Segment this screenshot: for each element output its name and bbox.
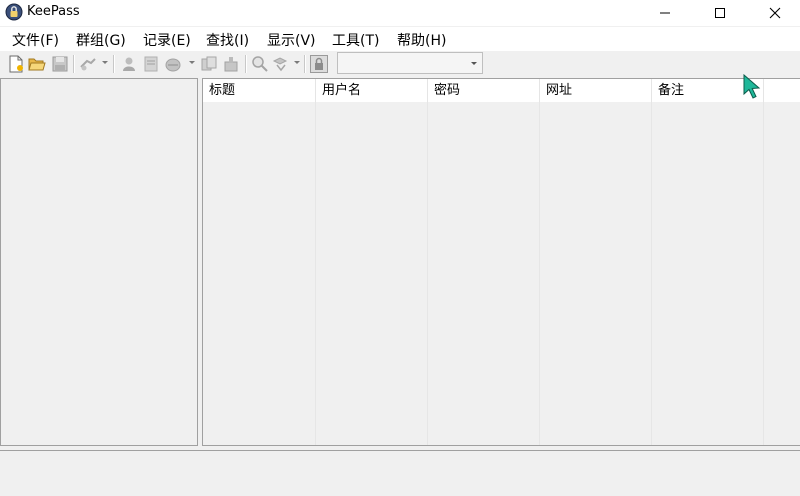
window-title: KeePass <box>27 4 80 19</box>
menu-find[interactable]: 查找(I) <box>206 30 249 50</box>
new-database-icon[interactable] <box>7 55 25 73</box>
column-header-title[interactable]: 标题 <box>203 79 316 102</box>
menu-help[interactable]: 帮助(H) <box>397 30 446 50</box>
close-button[interactable] <box>748 0 800 26</box>
find-icon[interactable] <box>251 55 269 73</box>
copy-username-icon[interactable] <box>200 55 218 73</box>
menu-bar: 文件(F) 群组(G) 记录(E) 查找(I) 显示(V) 工具(T) 帮助(H… <box>0 27 800 51</box>
lock-workspace-icon[interactable] <box>310 55 328 73</box>
toolbar-separator <box>304 55 306 73</box>
toolbar-separator <box>73 55 75 73</box>
menu-group[interactable]: 群组(G) <box>76 30 126 50</box>
column-divider <box>651 102 652 445</box>
delete-entry-icon[interactable] <box>164 55 182 73</box>
menu-view[interactable]: 显示(V) <box>267 30 316 50</box>
minimize-icon <box>660 12 670 14</box>
open-database-icon[interactable] <box>28 55 46 73</box>
menu-entry[interactable]: 记录(E) <box>143 30 191 50</box>
column-divider <box>539 102 540 445</box>
toolbar-separator <box>245 55 247 73</box>
add-entry-icon[interactable] <box>120 55 138 73</box>
keepass-logo-icon <box>5 3 23 21</box>
column-divider <box>763 102 764 445</box>
edit-entry-icon[interactable] <box>142 55 160 73</box>
quick-find-combobox[interactable] <box>337 52 483 74</box>
entry-dropdown-icon[interactable] <box>189 61 195 64</box>
chevron-down-icon <box>471 62 477 65</box>
column-divider <box>315 102 316 445</box>
toolbar-separator <box>113 55 115 73</box>
menu-file[interactable]: 文件(F) <box>12 30 59 50</box>
sync-dropdown-icon[interactable] <box>102 61 108 64</box>
group-tree-panel[interactable] <box>0 78 198 446</box>
maximize-icon <box>715 8 725 18</box>
maximize-button[interactable] <box>693 0 747 26</box>
sync-icon[interactable] <box>79 55 97 73</box>
close-icon <box>769 7 781 19</box>
sort-icon[interactable] <box>272 55 290 73</box>
minimize-button[interactable] <box>638 0 692 26</box>
save-database-icon[interactable] <box>51 55 69 73</box>
column-divider <box>427 102 428 445</box>
copy-password-icon[interactable] <box>222 55 240 73</box>
menu-tools[interactable]: 工具(T) <box>332 30 379 50</box>
title-bar: KeePass <box>0 0 800 26</box>
entry-list-panel[interactable]: 标题 用户名 密码 网址 备注 <box>202 78 800 446</box>
entry-list-header: 标题 用户名 密码 网址 备注 <box>203 79 800 102</box>
column-header-username[interactable]: 用户名 <box>316 79 428 102</box>
column-header-url[interactable]: 网址 <box>540 79 652 102</box>
column-header-password[interactable]: 密码 <box>428 79 540 102</box>
mouse-cursor-icon <box>743 74 761 99</box>
status-bar <box>0 450 800 496</box>
sort-dropdown-icon[interactable] <box>294 61 300 64</box>
